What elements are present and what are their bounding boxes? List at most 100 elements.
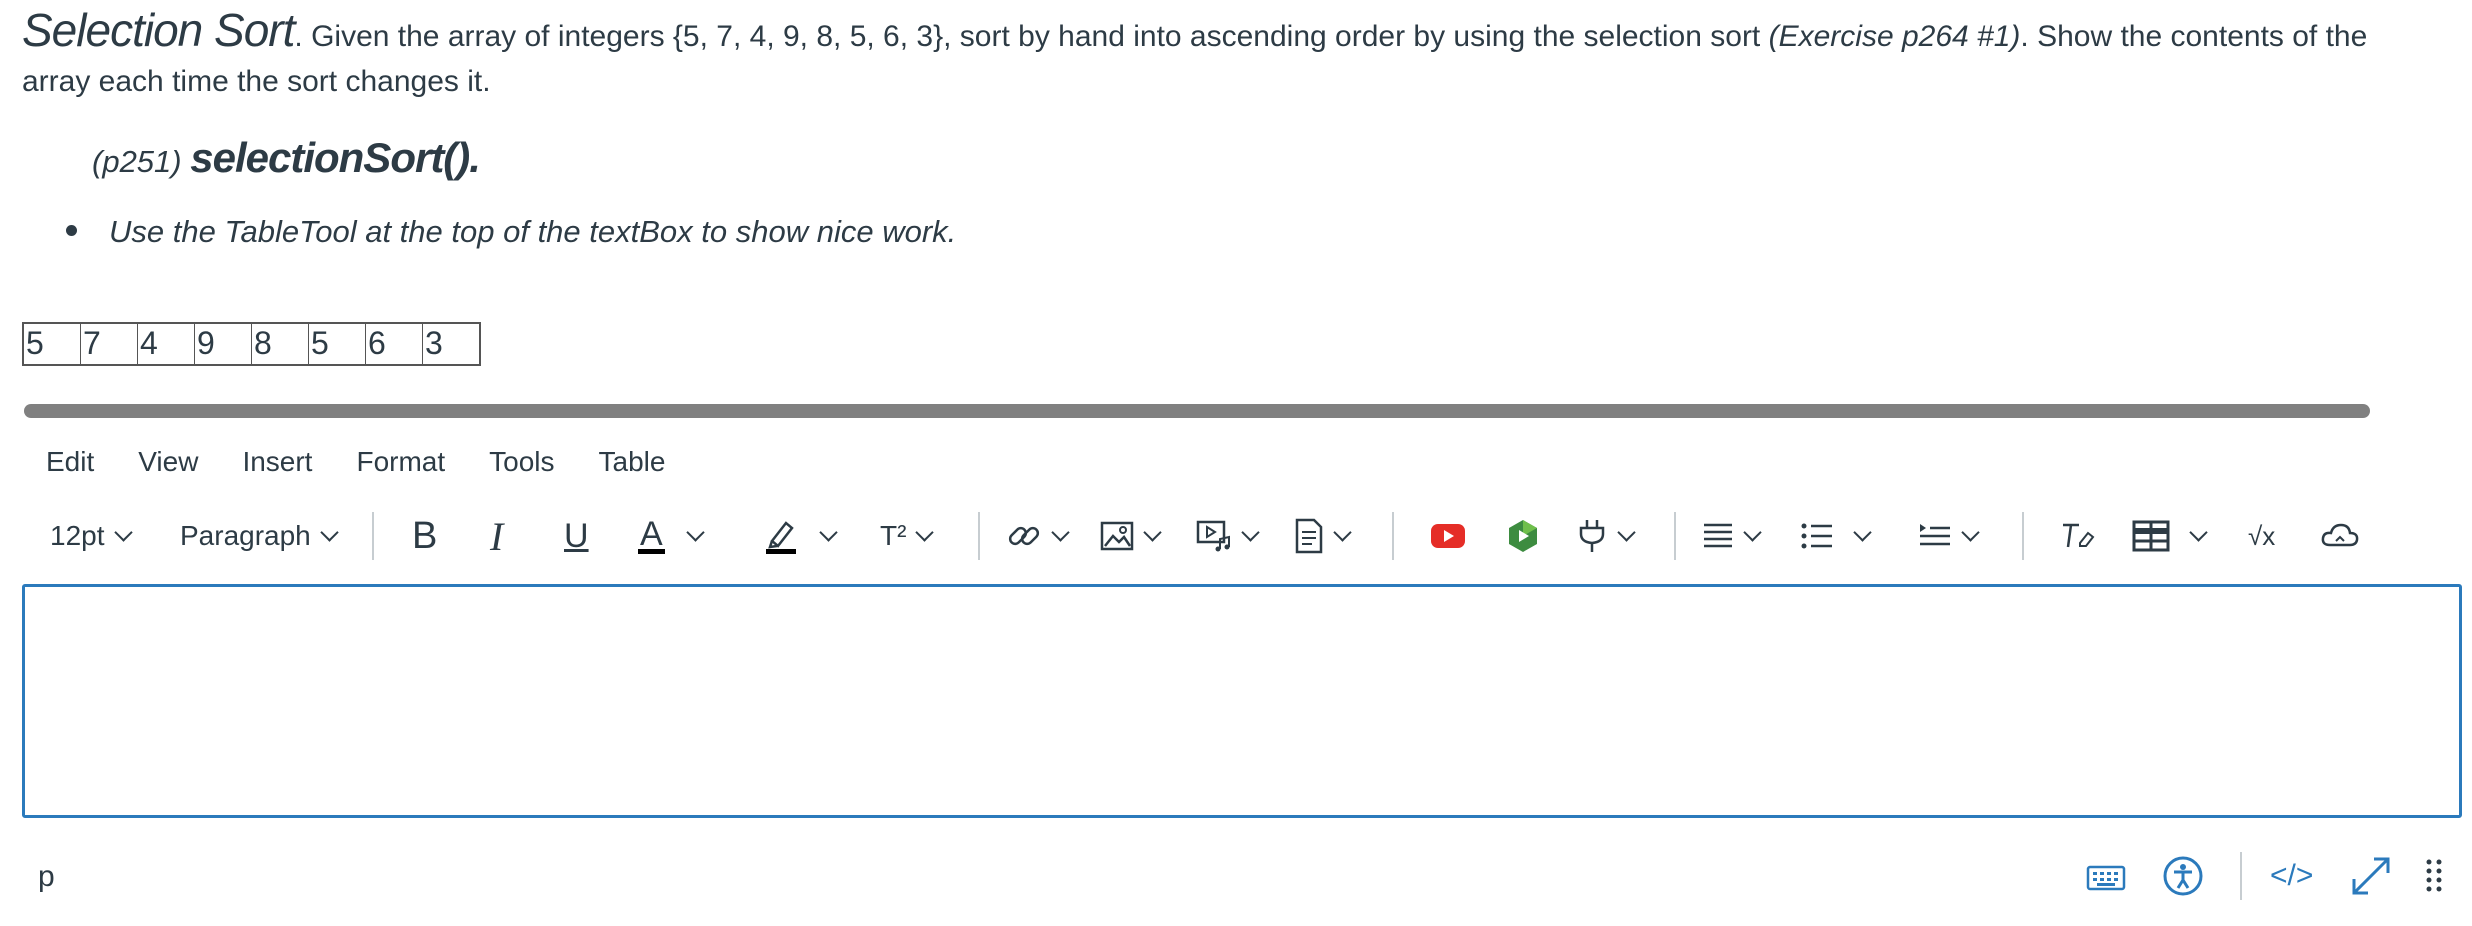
font-size-dropdown[interactable]: 12pt xyxy=(50,508,133,564)
accessibility-checker-button[interactable] xyxy=(2162,850,2204,902)
array-cell: 8 xyxy=(251,322,309,366)
status-separator xyxy=(2240,852,2242,900)
chevron-down-icon xyxy=(819,522,838,542)
sqrt-icon: √x xyxy=(2248,520,2276,551)
media-icon xyxy=(1196,519,1232,553)
align-icon xyxy=(1702,521,1734,551)
font-color-button[interactable]: A xyxy=(638,508,705,564)
highlight-color-button[interactable] xyxy=(764,508,838,564)
array-cell: 4 xyxy=(137,322,195,366)
bullet-dot-icon xyxy=(66,225,77,237)
chevron-down-icon xyxy=(1853,522,1872,542)
question-second-line: array each time the sort changes it. xyxy=(22,65,491,98)
font-size-value: 12pt xyxy=(50,520,105,551)
array-cell: 3 xyxy=(422,322,481,366)
underline-icon: U xyxy=(564,516,589,555)
fullscreen-icon xyxy=(2350,855,2392,897)
resize-handle-icon xyxy=(2424,856,2444,896)
method-name: selectionSort(). xyxy=(190,134,481,181)
array-cell: 5 xyxy=(22,322,81,366)
array-table: 5 7 4 9 8 5 6 3 xyxy=(22,322,481,366)
editor-toolbar: 12pt Paragraph B I U A T² √x xyxy=(28,508,2448,564)
question-body-end: . Show the contents of the xyxy=(2020,20,2368,53)
font-color-icon: A xyxy=(638,514,665,554)
menu-format[interactable]: Format xyxy=(334,442,467,482)
list-icon xyxy=(1800,521,1834,551)
menu-insert[interactable]: Insert xyxy=(220,442,334,482)
list-button[interactable] xyxy=(1800,508,1872,564)
chevron-down-icon xyxy=(1241,522,1260,542)
menu-tools[interactable]: Tools xyxy=(467,442,576,482)
document-button[interactable] xyxy=(1294,508,1352,564)
keyboard-shortcuts-button[interactable] xyxy=(2086,850,2126,902)
media-button[interactable] xyxy=(1196,508,1260,564)
code-icon: </> xyxy=(2270,859,2314,892)
title-period: . xyxy=(294,20,303,53)
html-editor-toggle[interactable]: </> xyxy=(2270,850,2313,902)
question-text: Selection Sort. Given the array of integ… xyxy=(22,0,2442,97)
chevron-down-icon xyxy=(1051,522,1070,542)
equation-button[interactable]: √x xyxy=(2248,508,2275,564)
editor-menubar: Edit View Insert Format Tools Table xyxy=(24,442,687,482)
image-button[interactable] xyxy=(1100,508,1162,564)
chevron-down-icon xyxy=(113,522,133,542)
toolbar-separator xyxy=(1392,512,1394,560)
question-title: Selection Sort xyxy=(22,4,295,56)
block-format-value: Paragraph xyxy=(180,520,311,551)
fullscreen-button[interactable] xyxy=(2350,850,2392,902)
chevron-down-icon xyxy=(320,522,339,542)
menu-edit[interactable]: Edit xyxy=(24,442,116,482)
indent-button[interactable] xyxy=(1918,508,1980,564)
question-body: Given the array of integers {5, 7, 4, 9,… xyxy=(302,20,1769,53)
block-format-dropdown[interactable]: Paragraph xyxy=(180,508,339,564)
array-cell: 6 xyxy=(365,322,423,366)
cloud-icon xyxy=(2320,521,2360,551)
youtube-icon xyxy=(1430,522,1466,550)
accessibility-icon xyxy=(2162,855,2204,897)
upload-cloud-button[interactable] xyxy=(2320,508,2360,564)
superscript-icon: T² xyxy=(880,520,907,551)
app-tool-button[interactable] xyxy=(1506,508,1540,564)
array-cell: 9 xyxy=(194,322,252,366)
superscript-button[interactable]: T² xyxy=(880,508,935,564)
keyboard-icon xyxy=(2086,859,2126,893)
menu-table[interactable]: Table xyxy=(577,442,688,482)
array-cell: 7 xyxy=(80,322,138,366)
resize-handle[interactable] xyxy=(2424,850,2444,902)
bold-icon: B xyxy=(412,514,438,557)
underline-button[interactable]: U xyxy=(564,508,589,564)
instruction-bullet: Use the TableTool at the top of the text… xyxy=(66,214,956,250)
italic-button[interactable]: I xyxy=(490,508,503,564)
chevron-down-icon xyxy=(1961,522,1980,542)
toolbar-separator xyxy=(978,512,980,560)
chevron-down-icon xyxy=(2189,522,2208,542)
app-icon xyxy=(1506,518,1540,554)
horizontal-scrollbar[interactable] xyxy=(24,404,2370,418)
clear-formatting-button[interactable] xyxy=(2060,508,2096,564)
link-button[interactable] xyxy=(1006,508,1070,564)
youtube-button[interactable] xyxy=(1430,508,1466,564)
plug-icon xyxy=(1576,518,1608,554)
bold-button[interactable]: B xyxy=(412,508,437,564)
element-path[interactable]: p xyxy=(38,860,55,894)
italic-icon: I xyxy=(490,513,504,559)
question-first-line: Selection Sort. Given the array of integ… xyxy=(22,0,2442,67)
rich-text-editor-area[interactable] xyxy=(22,584,2462,818)
toolbar-separator xyxy=(2022,512,2024,560)
chevron-down-icon xyxy=(1743,522,1762,542)
align-button[interactable] xyxy=(1702,508,1762,564)
menu-view[interactable]: View xyxy=(116,442,220,482)
document-icon xyxy=(1294,518,1324,554)
array-cell: 5 xyxy=(308,322,366,366)
table-button[interactable] xyxy=(2132,508,2208,564)
plugin-button[interactable] xyxy=(1576,508,1636,564)
instruction-text: Use the TableTool at the top of the text… xyxy=(109,214,957,249)
link-icon xyxy=(1006,518,1042,554)
highlighter-icon xyxy=(764,517,798,555)
chevron-down-icon xyxy=(685,522,705,542)
method-reference: (p251) selectionSort(). xyxy=(92,134,481,182)
chevron-down-icon xyxy=(1143,522,1162,542)
toolbar-separator xyxy=(372,512,374,560)
table-row: 5 7 4 9 8 5 6 3 xyxy=(22,322,481,366)
chevron-down-icon xyxy=(915,522,935,542)
